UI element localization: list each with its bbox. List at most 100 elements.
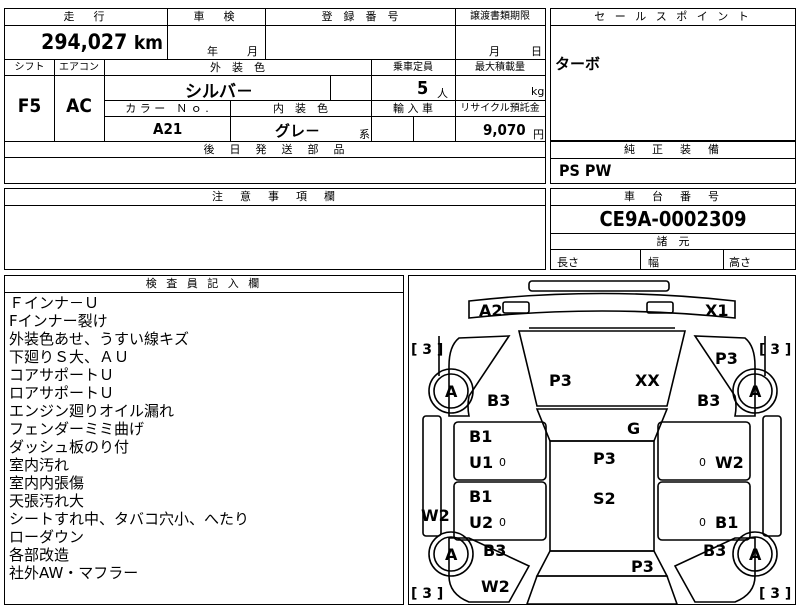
capacity-label: 乗車定員 [393,62,433,73]
mark-sill-l: W2 [421,506,450,525]
mark-roof-rear: S2 [593,489,616,508]
seam-mark: 0 [499,516,506,529]
inspector-note: 下廻りＳ大、ＡＵ [9,348,130,366]
front-door-left [453,421,547,481]
windshield [535,408,669,442]
mark-roof: P3 [593,449,616,468]
inspector-note: 各部改造 [9,546,70,564]
aircon-value: AC [66,95,92,117]
mark-trunk: P3 [631,557,654,576]
interior-color-suffix: 系 [359,128,370,141]
front-bumper [528,280,670,292]
mark-windshield: G [627,419,640,438]
inspection-month: 月 [247,45,258,58]
car-diagram-box: 0 0 0 0 A A A A A2 X1 P3 P3 XX B3 B3 G B… [408,275,796,605]
car-diagram: 0 0 0 0 A A A A A2 X1 P3 P3 XX B3 B3 G B… [411,280,791,604]
inspector-note: 外装色あせ、うすい線キズ [9,330,190,348]
mark-front-right-top: X1 [705,301,728,320]
mark-fender-fr-top: P3 [715,349,738,368]
inspector-box: 検 査 員 記 入 欄 Ｆインナ－Ｕ Fインナー裂け 外装色あせ、うすい線キズ … [4,275,404,605]
exterior-color-label: 外 装 色 [210,61,265,74]
tire-grade-fr: A [749,382,762,401]
equipment-value: PS PW [559,161,612,180]
mark-front-door-r: W2 [715,453,744,472]
inspector-note: Ｆインナ－Ｕ [9,294,100,312]
mark-fender-fr: B3 [697,391,720,410]
recycle-value: 9,070 [483,121,526,139]
color-no-value: A21 [153,120,183,138]
transfer-month: 月 [489,45,500,58]
inspector-note: 天張汚れ大 [9,492,85,510]
height-label: 高さ [729,256,751,269]
rear-door-left [453,481,547,541]
chassis-box: 車 台 番 号 CE9A-0002309 諸 元 長さ 幅 高さ [550,188,796,270]
registration-label: 登 録 番 号 [321,10,399,23]
inspector-note: 室内内張傷 [9,474,85,492]
capacity-unit: 人 [437,87,448,100]
color-no-label: カ ラ ー Ｎ ｏ . [125,102,209,115]
tire-grade-rr: A [749,545,762,564]
headlight-left [502,301,530,314]
inspector-note: 社外AW・マフラー [9,564,139,582]
mark-quarter-l: B3 [483,541,506,560]
tire-bracket-fr: [ 3 ] [759,342,791,358]
exterior-color-value: シルバ－ [185,82,253,102]
hood [517,330,687,407]
mark-front-door-l1: B1 [469,427,492,446]
interior-color-value: グレ－ [275,122,321,140]
sales-points-box: セ ー ル ス ポ イ ン ト ターボ [550,8,796,141]
seam-mark: 0 [699,456,706,469]
chassis-number: CE9A-0002309 [599,207,747,231]
inspection-label: 車 検 [193,10,239,23]
inspector-note: コアサポートＵ [9,366,115,384]
mark-rear-bottom: W2 [481,577,510,596]
max-load-label: 最大積載量 [475,62,525,73]
front-bumper-outline [468,292,736,319]
inspector-note: フェンダーミミ曲げ [9,420,145,438]
inspector-note: ロアサポートＵ [9,384,115,402]
inspector-label: 検 査 員 記 入 欄 [5,276,403,293]
inspection-year: 年 [207,45,218,58]
sales-points-value: ターボ [555,55,601,73]
interior-color-label: 内 装 色 [273,102,328,115]
notes-label: 注 意 事 項 欄 [5,189,545,206]
length-label: 長さ [557,256,579,269]
recycle-label: リサイクル預託金 [460,103,540,114]
mark-quarter-r: B3 [703,541,726,560]
dims-label: 諸 元 [656,235,690,248]
inspector-note: Fインナー裂け [9,312,108,330]
mark-front-left-top: A2 [479,301,503,320]
mileage-unit: km [133,32,163,54]
transfer-doc-label: 譲渡書類期限 [470,11,530,22]
notes-box: 注 意 事 項 欄 [4,188,546,270]
equipment-label: 純 正 装 備 [551,142,795,159]
mileage-label: 走 行 [63,10,109,23]
capacity-value: 5 [417,78,429,99]
inspector-notes: Ｆインナ－Ｕ Fインナー裂け 外装色あせ、うすい線キズ 下廻りＳ大、ＡＵ コアサ… [9,294,249,582]
sales-points-label: セ ー ル ス ポ イ ン ト [551,9,795,26]
sill-right [762,415,782,537]
mileage-value: 294,027 km [5,26,167,59]
shift-value: F5 [17,95,42,117]
inspector-note: 室内汚れ [9,456,70,474]
width-label: 幅 [648,256,659,269]
mark-rear-door-l1: B1 [469,487,492,506]
chassis-label: 車 台 番 号 [551,189,795,206]
tire-grade-rl: A [445,545,458,564]
recycle-unit: 円 [533,128,544,141]
transfer-day: 日 [531,45,542,58]
mark-rear-door-r: B1 [715,513,738,532]
tire-bracket-fl: [ 3 ] [411,342,443,358]
tire-grade-fl: A [445,382,458,401]
inspector-note: ローダウン [9,528,85,546]
vehicle-info-table: 走 行 車 検 登 録 番 号 譲渡書類期限 294,027 km 年 月 月 … [4,8,546,184]
inspector-note: ダッシュ板のり付 [9,438,130,456]
mark-hood-right: XX [635,371,660,390]
import-label: 輸 入 車 [393,102,433,115]
mark-front-door-l2: U1 [469,453,493,472]
mileage-number: 294,027 [41,30,128,54]
equipment-box: 純 正 装 備 PS PW [550,141,796,184]
seam-mark: 0 [699,516,706,529]
shipping-parts-label: 後 日 発 送 部 品 [203,143,347,156]
shift-label: シフト [14,62,45,73]
